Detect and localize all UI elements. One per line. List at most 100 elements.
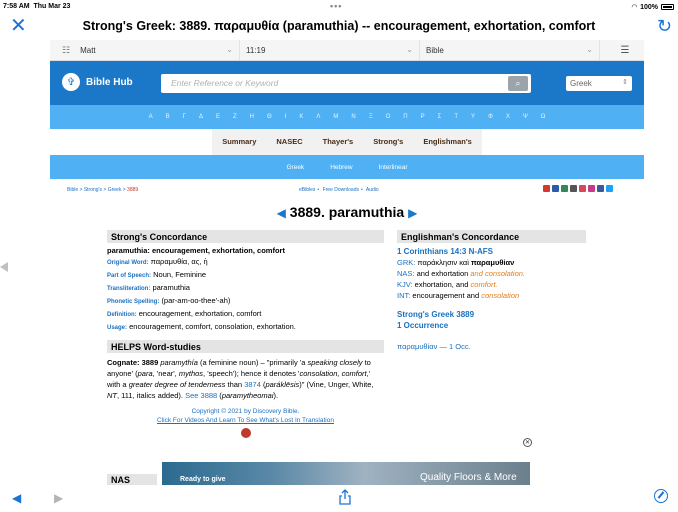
pdf-icon[interactable] <box>543 185 550 192</box>
tab-strongs[interactable]: Strong's <box>363 129 413 155</box>
alphabet-letter[interactable]: Ν <box>351 114 355 120</box>
alphabet-letter[interactable]: Μ <box>333 114 338 120</box>
back-arrow-icon[interactable]: ◀ <box>12 491 21 505</box>
ad-close-button[interactable]: ✕ <box>523 438 532 447</box>
alphabet-letter[interactable]: Ρ <box>421 114 425 120</box>
pinterest-icon[interactable] <box>579 185 586 192</box>
share-icon[interactable] <box>339 489 351 510</box>
status-time: 7:58 AM Thu Mar 23 <box>3 3 71 10</box>
strongs-concordance-heading: Strong's Concordance <box>107 230 384 243</box>
chevron-down-icon: ⌄ <box>226 45 233 54</box>
discovery-bible-logo-icon <box>240 428 251 438</box>
alphabet-letter[interactable]: Ξ <box>369 114 373 120</box>
strongs-greek-link[interactable]: Strong's Greek 3889 <box>397 309 586 320</box>
breadcrumb: Bible > Strong's > Greek > 3889 <box>67 187 139 193</box>
alphabet-letter[interactable]: Α <box>149 114 153 120</box>
audio-link[interactable]: Audio <box>366 187 379 193</box>
alphabet-letter[interactable]: Κ <box>299 114 303 120</box>
ebibles-link[interactable]: eBibles <box>299 187 315 193</box>
alphabet-letter[interactable]: Δ <box>199 114 203 120</box>
next-word-arrow-icon[interactable]: ▶ <box>408 206 417 220</box>
tab-summary[interactable]: Summary <box>212 129 266 155</box>
tab-thayers[interactable]: Thayer's <box>313 129 364 155</box>
strongs-3874-link[interactable]: 3874 <box>244 380 261 389</box>
twitter-icon[interactable] <box>606 185 613 192</box>
breadcrumb-strongs[interactable]: Strong's <box>84 187 102 193</box>
alphabet-letter[interactable]: Η <box>250 114 254 120</box>
side-swipe-arrow-icon[interactable] <box>0 262 8 272</box>
helps-paragraph: Cognate: 3889 paramythía (a feminine nou… <box>107 358 374 400</box>
chapter-select[interactable]: 11:19 ⌄ <box>240 40 420 60</box>
language-select[interactable]: Greek ⇕ <box>566 76 632 91</box>
strongs-concordance-body: paramuthia: encouragement, exhortation, … <box>107 243 384 334</box>
compass-icon[interactable] <box>654 489 668 503</box>
occurrence-item-link[interactable]: παραμυθίαν — 1 Occ. <box>397 341 586 352</box>
breadcrumb-bible[interactable]: Bible <box>67 187 78 193</box>
englishmans-body: 1 Corinthians 14:3 N-AFS GRK: παράκλησιν… <box>397 243 586 352</box>
share-icons <box>543 185 613 192</box>
nas-exhaustive-heading: NAS Exha <box>107 474 157 485</box>
multitasking-dots[interactable]: ••• <box>330 1 342 11</box>
alphabet-letter[interactable]: Χ <box>506 114 510 120</box>
menu-button[interactable]: ☰ <box>600 40 644 60</box>
tab-englishmans[interactable]: Englishman's <box>413 129 481 155</box>
facebook-icon[interactable] <box>597 185 604 192</box>
breadcrumb-greek[interactable]: Greek <box>108 187 122 193</box>
free-downloads-link[interactable]: Free Downloads <box>323 187 359 193</box>
bible-hub-logo[interactable]: ✞ Bible Hub <box>62 73 133 91</box>
print-icon[interactable] <box>570 185 577 192</box>
helps-heading: HELPS Word-studies <box>107 340 384 353</box>
nas-row: NAS: and exhortation and consolation. <box>397 269 526 278</box>
kjv-row: KJV: exhortation, and comfort. <box>397 280 498 289</box>
alphabet-letter[interactable]: Σ <box>438 114 442 120</box>
forward-arrow-icon[interactable]: ▶ <box>54 491 63 505</box>
book-select[interactable]: ☷ Matt ⌄ <box>50 40 240 60</box>
alphabet-letter[interactable]: Ζ <box>233 114 237 120</box>
breadcrumb-row: Bible > Strong's > Greek > 3889 eBibles •… <box>50 179 644 194</box>
alphabet-letter[interactable]: Θ <box>267 114 272 120</box>
alphabet-letter[interactable]: Π <box>403 114 407 120</box>
ad-text: Ready to give <box>180 476 226 483</box>
alphabet-letter[interactable]: Ω <box>541 114 546 120</box>
search-button[interactable]: ⌕ <box>508 76 528 91</box>
subtab-hebrew[interactable]: Hebrew <box>330 164 352 171</box>
subtab-interlinear[interactable]: Interlinear <box>379 164 408 171</box>
word-icon[interactable] <box>552 185 559 192</box>
battery-icon <box>661 4 674 10</box>
alphabet-letter[interactable]: Ο <box>386 114 391 120</box>
word-heading: ◀ 3889. paramuthia ▶ <box>50 194 644 230</box>
site-header: ✞ Bible Hub Enter Reference or Keyword ⌕… <box>50 61 644 105</box>
alphabet-letter[interactable]: Ι <box>285 114 287 120</box>
tab-nasec[interactable]: NASEC <box>266 129 312 155</box>
alphabet-letter[interactable]: Υ <box>471 114 475 120</box>
top-links: eBibles • Free Downloads • Audio <box>299 187 379 193</box>
search-input[interactable]: Enter Reference or Keyword <box>161 74 531 93</box>
videos-link[interactable]: Click For Videos And Learn To See What's… <box>107 416 384 425</box>
verse-reference-link[interactable]: 1 Corinthians 14:3 N-AFS <box>397 246 586 257</box>
alphabet-letter[interactable]: Β <box>166 114 170 120</box>
excel-icon[interactable] <box>561 185 568 192</box>
phonetic-spelling-row: Phonetic Spelling: (par-am-oo-thee'-ah) <box>107 296 231 305</box>
alphabet-letter[interactable]: Λ <box>316 114 320 120</box>
subtab-greek[interactable]: Greek <box>286 164 304 171</box>
alphabet-letter[interactable]: Ε <box>216 114 220 120</box>
alphabet-letter[interactable]: Ψ <box>523 114 528 120</box>
ad-brand-text: Quality Floors & More <box>420 472 517 483</box>
close-button[interactable]: ✕ <box>10 16 27 36</box>
chevron-down-icon: ⌄ <box>586 45 593 54</box>
instagram-icon[interactable] <box>588 185 595 192</box>
see-3888-link[interactable]: See 3888 <box>185 391 217 400</box>
refresh-button[interactable]: ↻ <box>657 16 672 36</box>
advertisement-banner[interactable]: Ready to give Quality Floors & More <box>162 462 530 485</box>
alphabet-letter[interactable]: Τ <box>454 114 458 120</box>
alphabet-letter[interactable]: Φ <box>488 114 493 120</box>
concordance-entry: paramuthia: encouragement, exhortation, … <box>107 246 285 255</box>
occurrence-count: 1 Occurrence <box>397 321 449 330</box>
alphabet-letter[interactable]: Γ <box>183 114 186 120</box>
left-column: Strong's Concordance paramuthia: encoura… <box>107 230 384 438</box>
status-right: ◠ 100% <box>632 3 674 11</box>
version-select[interactable]: Bible ⌄ <box>420 40 600 60</box>
previous-word-arrow-icon[interactable]: ◀ <box>277 206 286 220</box>
transliteration-row: Transliteration: paramuthia <box>107 283 190 292</box>
language-tabs: Greek Hebrew Interlinear <box>50 155 644 179</box>
